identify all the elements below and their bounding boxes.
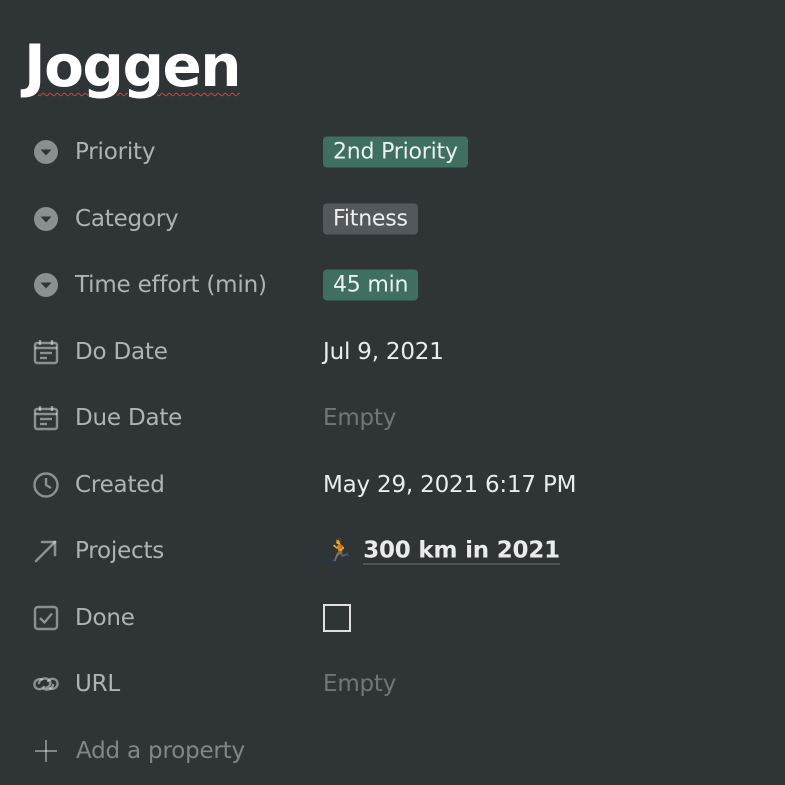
property-row-url[interactable]: URL Empty xyxy=(0,651,785,718)
property-value[interactable]: 2nd Priority xyxy=(323,136,468,168)
property-label: Done xyxy=(75,604,135,631)
property-value[interactable]: Fitness xyxy=(323,203,418,235)
page: Joggen Priority 2nd Priority Category Fi… xyxy=(0,0,785,785)
calendar-icon xyxy=(31,403,61,433)
due-date-value[interactable]: Empty xyxy=(323,405,396,431)
category-tag: Fitness xyxy=(323,203,418,235)
property-row-done[interactable]: Done xyxy=(0,585,785,652)
property-label: URL xyxy=(75,671,121,698)
property-label: Category xyxy=(75,205,179,232)
property-label: Created xyxy=(75,471,165,498)
plus-icon xyxy=(31,736,61,766)
property-row-time-effort[interactable]: Time effort (min) 45 min xyxy=(0,252,785,319)
clock-icon xyxy=(31,470,61,500)
url-value[interactable]: Empty xyxy=(323,671,396,697)
property-label: Priority xyxy=(75,139,156,166)
property-row-due-date[interactable]: Due Date Empty xyxy=(0,385,785,452)
property-label: Due Date xyxy=(75,405,183,432)
checkbox-icon xyxy=(31,603,61,633)
property-row-priority[interactable]: Priority 2nd Priority xyxy=(0,119,785,186)
priority-tag: 2nd Priority xyxy=(323,136,468,168)
time-effort-tag: 45 min xyxy=(323,269,419,301)
property-row-category[interactable]: Category Fitness xyxy=(0,186,785,253)
property-row-created[interactable]: Created May 29, 2021 6:17 PM xyxy=(0,452,785,519)
do-date-value[interactable]: Jul 9, 2021 xyxy=(323,339,444,365)
page-title[interactable]: Joggen xyxy=(24,26,242,106)
select-icon xyxy=(31,270,61,300)
add-property-label: Add a property xyxy=(76,737,245,764)
runner-emoji-icon: 🏃 xyxy=(326,538,354,564)
done-value[interactable] xyxy=(323,603,351,632)
select-icon xyxy=(31,137,61,167)
relation-arrow-icon xyxy=(31,536,61,566)
property-row-do-date[interactable]: Do Date Jul 9, 2021 xyxy=(0,319,785,386)
calendar-icon xyxy=(31,337,61,367)
property-row-projects[interactable]: Projects 🏃 300 km in 2021 xyxy=(0,518,785,585)
property-list: Priority 2nd Priority Category Fitness T… xyxy=(0,119,785,784)
property-value[interactable]: 45 min xyxy=(323,269,419,301)
link-icon xyxy=(31,669,61,699)
add-property-button[interactable]: Add a property xyxy=(0,718,785,785)
property-label: Projects xyxy=(75,538,165,565)
select-icon xyxy=(31,204,61,234)
done-checkbox[interactable] xyxy=(323,603,351,632)
property-label: Do Date xyxy=(75,338,168,365)
created-value: May 29, 2021 6:17 PM xyxy=(323,471,577,498)
project-link[interactable]: 300 km in 2021 xyxy=(363,538,560,565)
projects-value[interactable]: 🏃 300 km in 2021 xyxy=(323,538,560,565)
property-label: Time effort (min) xyxy=(75,272,267,299)
